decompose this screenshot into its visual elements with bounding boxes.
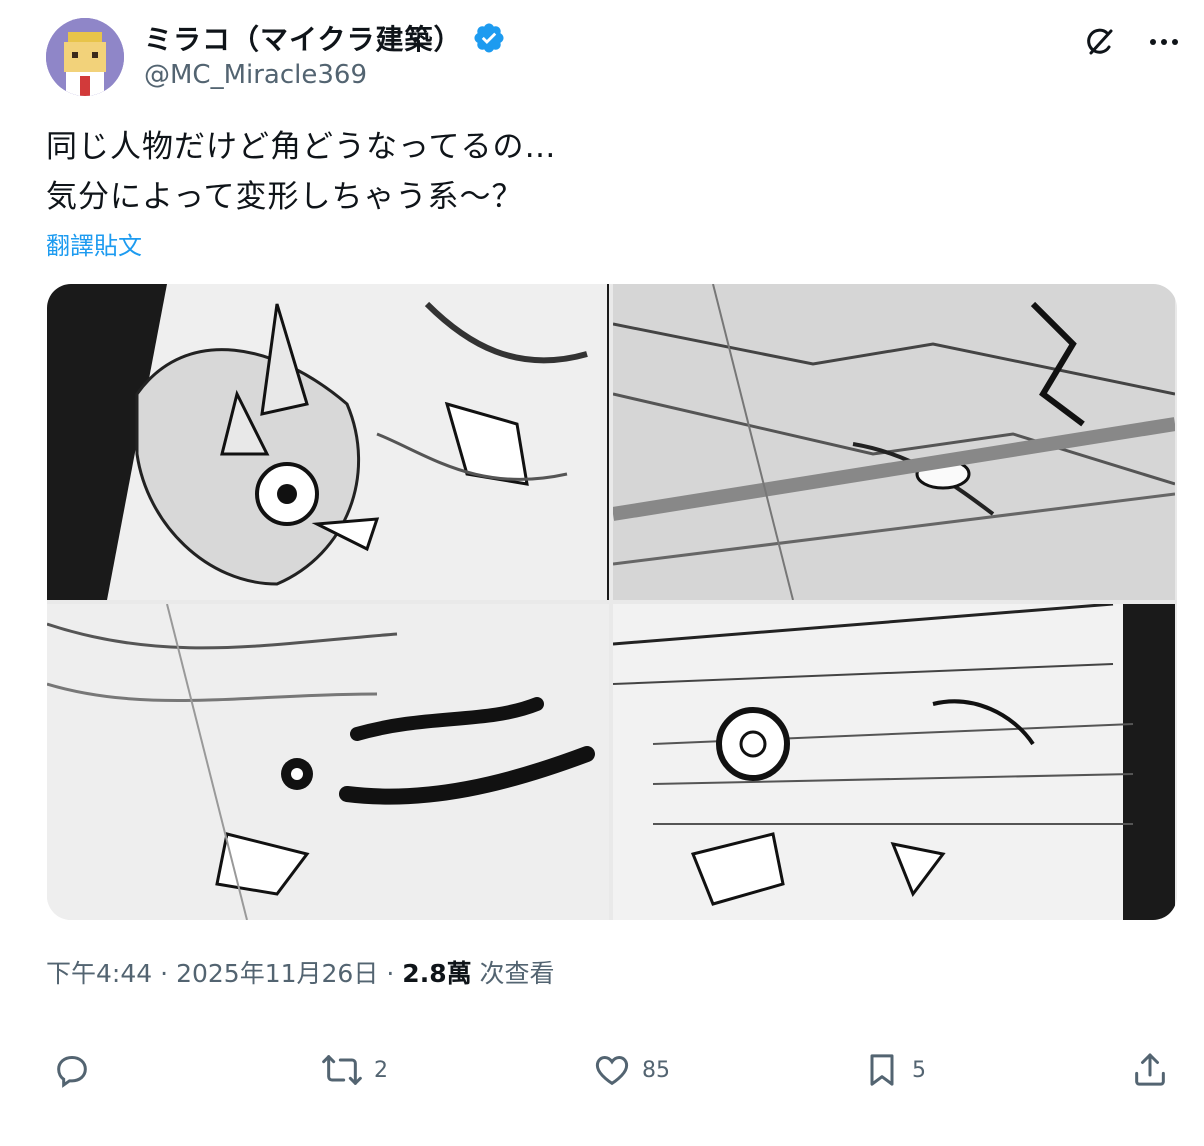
heart-icon [595,1055,629,1086]
tweet-time[interactable]: 下午4:44 [46,959,152,988]
views-count: 2.8萬 [402,959,472,988]
like-button[interactable]: 85 [592,1050,670,1090]
handle[interactable]: @MC_Miracle369 [144,60,367,90]
reply-icon [57,1055,87,1088]
action-bar: 2 85 5 [52,1050,1172,1102]
tweet-line: 同じ人物だけど角どうなってるの… [46,129,557,165]
repost-count: 2 [374,1057,388,1083]
tweet-line: 気分によって変形しちゃう系〜？ [46,179,524,215]
separator: · [160,959,169,988]
tweet-date[interactable]: 2025年11月26日 [176,959,378,988]
manga-panel-image[interactable] [47,284,609,600]
more-options-icon[interactable] [1146,24,1182,60]
avatar[interactable] [46,18,124,96]
share-icon [1135,1053,1165,1086]
manga-panel-image[interactable] [47,604,609,920]
verified-badge-icon [472,21,506,55]
bookmark-count: 5 [912,1057,926,1083]
reply-button[interactable] [52,1050,102,1090]
tweet-meta: 下午4:44 · 2025年11月26日 · 2.8萬 次查看 [46,954,555,990]
manga-panel-image[interactable] [613,284,1175,600]
media-grid [47,284,1177,920]
translate-link[interactable]: 翻譯貼文 [46,226,142,261]
repost-button[interactable]: 2 [320,1050,388,1090]
share-button[interactable] [1130,1050,1170,1090]
like-count: 85 [642,1057,670,1083]
views-label: 次查看 [479,959,555,988]
repost-icon [322,1055,362,1085]
tweet-header: ミラコ（マイクラ建築） @MC_Miracle369 [46,14,1186,98]
tweet-text: 同じ人物だけど角どうなってるの… 気分によって変形しちゃう系〜？ [46,122,1146,222]
grok-icon[interactable] [1082,24,1118,60]
manga-panel-image[interactable] [613,604,1175,920]
separator: · [386,959,395,988]
display-name[interactable]: ミラコ（マイクラ建築） [144,18,462,58]
bookmark-icon [870,1054,894,1086]
bookmark-button[interactable]: 5 [862,1050,926,1090]
